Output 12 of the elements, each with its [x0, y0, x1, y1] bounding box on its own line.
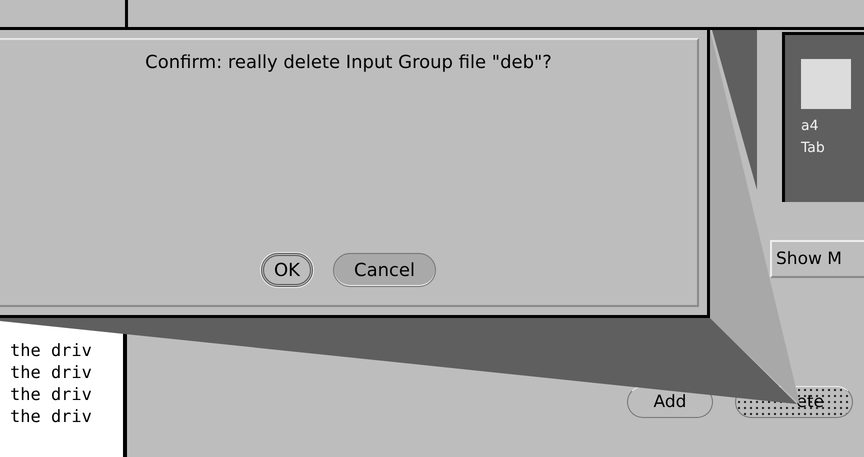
file-list-item[interactable]: the driv	[0, 384, 123, 406]
file-list-item[interactable]: the driv	[0, 362, 123, 384]
document-icon	[801, 59, 851, 109]
show-button[interactable]: Show M	[770, 240, 864, 278]
tile-label: a4	[801, 117, 820, 136]
file-list-item[interactable]: the driv	[0, 406, 123, 428]
dialog-button[interactable]: Cancel	[333, 253, 436, 287]
tile-label: Tab	[801, 139, 826, 158]
file-list-item[interactable]: the driv	[0, 340, 123, 362]
dialog-button[interactable]: OK	[261, 253, 313, 287]
dialog-message: Confirm: really delete Input Group file "deb"?	[145, 52, 552, 73]
icon-tile[interactable]: a4 Tab	[782, 32, 864, 202]
